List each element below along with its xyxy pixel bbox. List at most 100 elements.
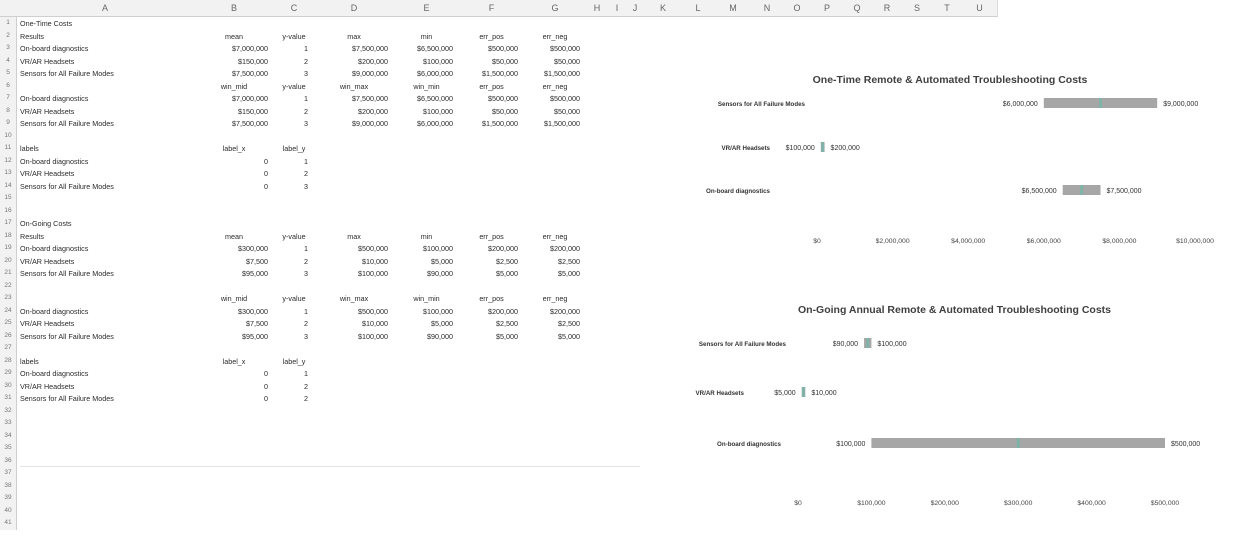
column-header-s[interactable]: S xyxy=(902,0,933,17)
cell-e19[interactable]: $100,000 xyxy=(394,244,453,253)
cell-a20[interactable]: VR/AR Headsets xyxy=(20,257,74,266)
cell-c12[interactable]: 1 xyxy=(274,157,308,166)
row-header[interactable]: 15 xyxy=(0,192,17,205)
column-header-j[interactable]: J xyxy=(626,0,645,17)
cell-a8[interactable]: VR/AR Headsets xyxy=(20,107,74,116)
column-header-o[interactable]: O xyxy=(782,0,813,17)
row-header[interactable]: 3 xyxy=(0,42,17,55)
row-header[interactable]: 9 xyxy=(0,117,17,130)
cell-g5[interactable]: $1,500,000 xyxy=(524,69,580,78)
cell-b26[interactable]: $95,000 xyxy=(194,332,268,341)
row-header[interactable]: 34 xyxy=(0,429,17,442)
cell-d5[interactable]: $9,000,000 xyxy=(314,69,388,78)
cell-e7[interactable]: $6,500,000 xyxy=(394,94,453,103)
select-all-corner[interactable] xyxy=(0,0,17,17)
cell-b19[interactable]: $300,000 xyxy=(194,244,268,253)
row-header[interactable]: 17 xyxy=(0,217,17,230)
cell-f4[interactable]: $50,000 xyxy=(459,57,518,66)
cell-c25[interactable]: 2 xyxy=(274,319,308,328)
cell-b21[interactable]: $95,000 xyxy=(194,269,268,278)
cell-a13[interactable]: VR/AR Headsets xyxy=(20,169,74,178)
cell-d7[interactable]: $7,500,000 xyxy=(314,94,388,103)
cell-d3[interactable]: $7,500,000 xyxy=(314,44,388,53)
cell-a3[interactable]: On-board diagnostics xyxy=(20,44,88,53)
row-header[interactable]: 2 xyxy=(0,29,17,42)
cell-a25[interactable]: VR/AR Headsets xyxy=(20,319,74,328)
row-header[interactable]: 26 xyxy=(0,329,17,342)
column-header-g[interactable]: G xyxy=(524,0,587,17)
column-header-a[interactable]: A xyxy=(16,0,195,17)
cell-c20[interactable]: 2 xyxy=(274,257,308,266)
cell-g20[interactable]: $2,500 xyxy=(524,257,580,266)
cell-e18[interactable]: min xyxy=(400,232,453,241)
cell-c7[interactable]: 1 xyxy=(274,94,308,103)
row-header[interactable]: 16 xyxy=(0,204,17,217)
cell-f19[interactable]: $200,000 xyxy=(459,244,518,253)
cell-b6[interactable]: win_mid xyxy=(200,82,268,91)
cell-d8[interactable]: $200,000 xyxy=(314,107,388,116)
column-header-k[interactable]: K xyxy=(644,0,683,17)
cell-c8[interactable]: 2 xyxy=(274,107,308,116)
row-header[interactable]: 37 xyxy=(0,467,17,480)
cell-e8[interactable]: $100,000 xyxy=(394,107,453,116)
cell-b20[interactable]: $7,500 xyxy=(194,257,268,266)
cell-d2[interactable]: max xyxy=(320,32,388,41)
cell-c18[interactable]: y-value xyxy=(280,232,308,241)
column-header-d[interactable]: D xyxy=(314,0,395,17)
cell-g21[interactable]: $5,000 xyxy=(524,269,580,278)
cell-f8[interactable]: $50,000 xyxy=(459,107,518,116)
cell-e6[interactable]: win_min xyxy=(400,82,453,91)
row-header[interactable]: 10 xyxy=(0,129,17,142)
cell-b8[interactable]: $150,000 xyxy=(194,107,268,116)
cell-f25[interactable]: $2,500 xyxy=(459,319,518,328)
cell-b11[interactable]: label_x xyxy=(200,144,268,153)
row-header[interactable]: 19 xyxy=(0,242,17,255)
cell-a26[interactable]: Sensors for All Failure Modes xyxy=(20,332,114,341)
cell-d6[interactable]: win_max xyxy=(320,82,388,91)
cell-b13[interactable]: 0 xyxy=(194,169,268,178)
column-header-h[interactable]: H xyxy=(586,0,609,17)
row-header[interactable]: 39 xyxy=(0,492,17,505)
cell-a28[interactable]: labels xyxy=(20,357,39,366)
cell-b3[interactable]: $7,000,000 xyxy=(194,44,268,53)
cell-d25[interactable]: $10,000 xyxy=(314,319,388,328)
cell-g9[interactable]: $1,500,000 xyxy=(524,119,580,128)
cell-c11[interactable]: label_y xyxy=(280,144,308,153)
cell-c29[interactable]: 1 xyxy=(274,369,308,378)
cell-f5[interactable]: $1,500,000 xyxy=(459,69,518,78)
column-header-n[interactable]: N xyxy=(752,0,783,17)
cell-e2[interactable]: min xyxy=(400,32,453,41)
cell-e26[interactable]: $90,000 xyxy=(394,332,453,341)
column-header-m[interactable]: M xyxy=(714,0,753,17)
row-header[interactable]: 30 xyxy=(0,379,17,392)
cell-g25[interactable]: $2,500 xyxy=(524,319,580,328)
row-header[interactable]: 14 xyxy=(0,179,17,192)
cell-c19[interactable]: 1 xyxy=(274,244,308,253)
column-header-q[interactable]: Q xyxy=(842,0,873,17)
row-header[interactable]: 25 xyxy=(0,317,17,330)
cell-b4[interactable]: $150,000 xyxy=(194,57,268,66)
cell-a24[interactable]: On-board diagnostics xyxy=(20,307,88,316)
cell-d24[interactable]: $500,000 xyxy=(314,307,388,316)
cell-g4[interactable]: $50,000 xyxy=(524,57,580,66)
column-header-t[interactable]: T xyxy=(932,0,963,17)
row-header[interactable]: 40 xyxy=(0,504,17,517)
cell-c4[interactable]: 2 xyxy=(274,57,308,66)
cell-e24[interactable]: $100,000 xyxy=(394,307,453,316)
cell-f23[interactable]: err_pos xyxy=(465,294,518,303)
cell-a31[interactable]: Sensors for All Failure Modes xyxy=(20,394,114,403)
row-header[interactable]: 13 xyxy=(0,167,17,180)
cell-f21[interactable]: $5,000 xyxy=(459,269,518,278)
cell-b30[interactable]: 0 xyxy=(194,382,268,391)
cell-c26[interactable]: 3 xyxy=(274,332,308,341)
column-header-r[interactable]: R xyxy=(872,0,903,17)
cell-f20[interactable]: $2,500 xyxy=(459,257,518,266)
cell-b24[interactable]: $300,000 xyxy=(194,307,268,316)
column-header-l[interactable]: L xyxy=(682,0,715,17)
cell-a21[interactable]: Sensors for All Failure Modes xyxy=(20,269,114,278)
cell-e3[interactable]: $6,500,000 xyxy=(394,44,453,53)
row-header[interactable]: 21 xyxy=(0,267,17,280)
cell-a4[interactable]: VR/AR Headsets xyxy=(20,57,74,66)
row-header[interactable]: 6 xyxy=(0,79,17,92)
cell-c6[interactable]: y-value xyxy=(280,82,308,91)
